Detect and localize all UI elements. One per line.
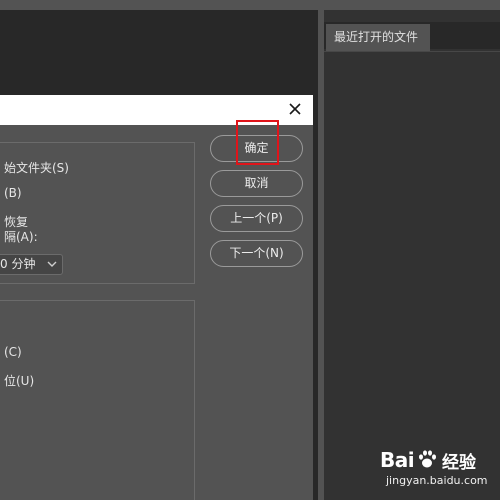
panel-divider [324,51,500,52]
interval-select[interactable]: 0 分钟 [0,254,63,275]
interval-label: 隔(A): [4,230,38,244]
close-icon[interactable] [285,99,305,119]
dialog-title-bar [0,95,313,125]
background-save-option-label[interactable]: (B) [4,186,22,200]
previous-button[interactable]: 上一个(P) [210,205,303,232]
watermark-logo: Bai [380,448,415,472]
option-u-label[interactable]: 位(U) [4,372,34,389]
compatibility-options-group [0,300,195,500]
baidu-jingyan-watermark: Bai 经验 jingyan.baidu.com [380,444,498,492]
paw-icon [419,450,436,468]
start-folder-option-label[interactable]: 始文件夹(S) [4,159,69,176]
watermark-url: jingyan.baidu.com [386,474,488,487]
ok-button[interactable]: 确定 [210,135,303,162]
interval-select-value: 0 分钟 [0,257,36,271]
next-button[interactable]: 下一个(N) [210,240,303,267]
cancel-button[interactable]: 取消 [210,170,303,197]
recent-files-panel: 最近打开的文件 [324,10,500,500]
preferences-dialog: 始文件夹(S) (B) 恢复 隔(A): 0 分钟 (C) 位(U) 确定 取消… [0,95,313,500]
tab-recent-files[interactable]: 最近打开的文件 [326,24,430,51]
app-top-bar [0,0,500,10]
watermark-brand: 经验 [442,453,476,473]
chevron-down-icon [47,261,57,267]
option-c-label[interactable]: (C) [4,345,22,359]
